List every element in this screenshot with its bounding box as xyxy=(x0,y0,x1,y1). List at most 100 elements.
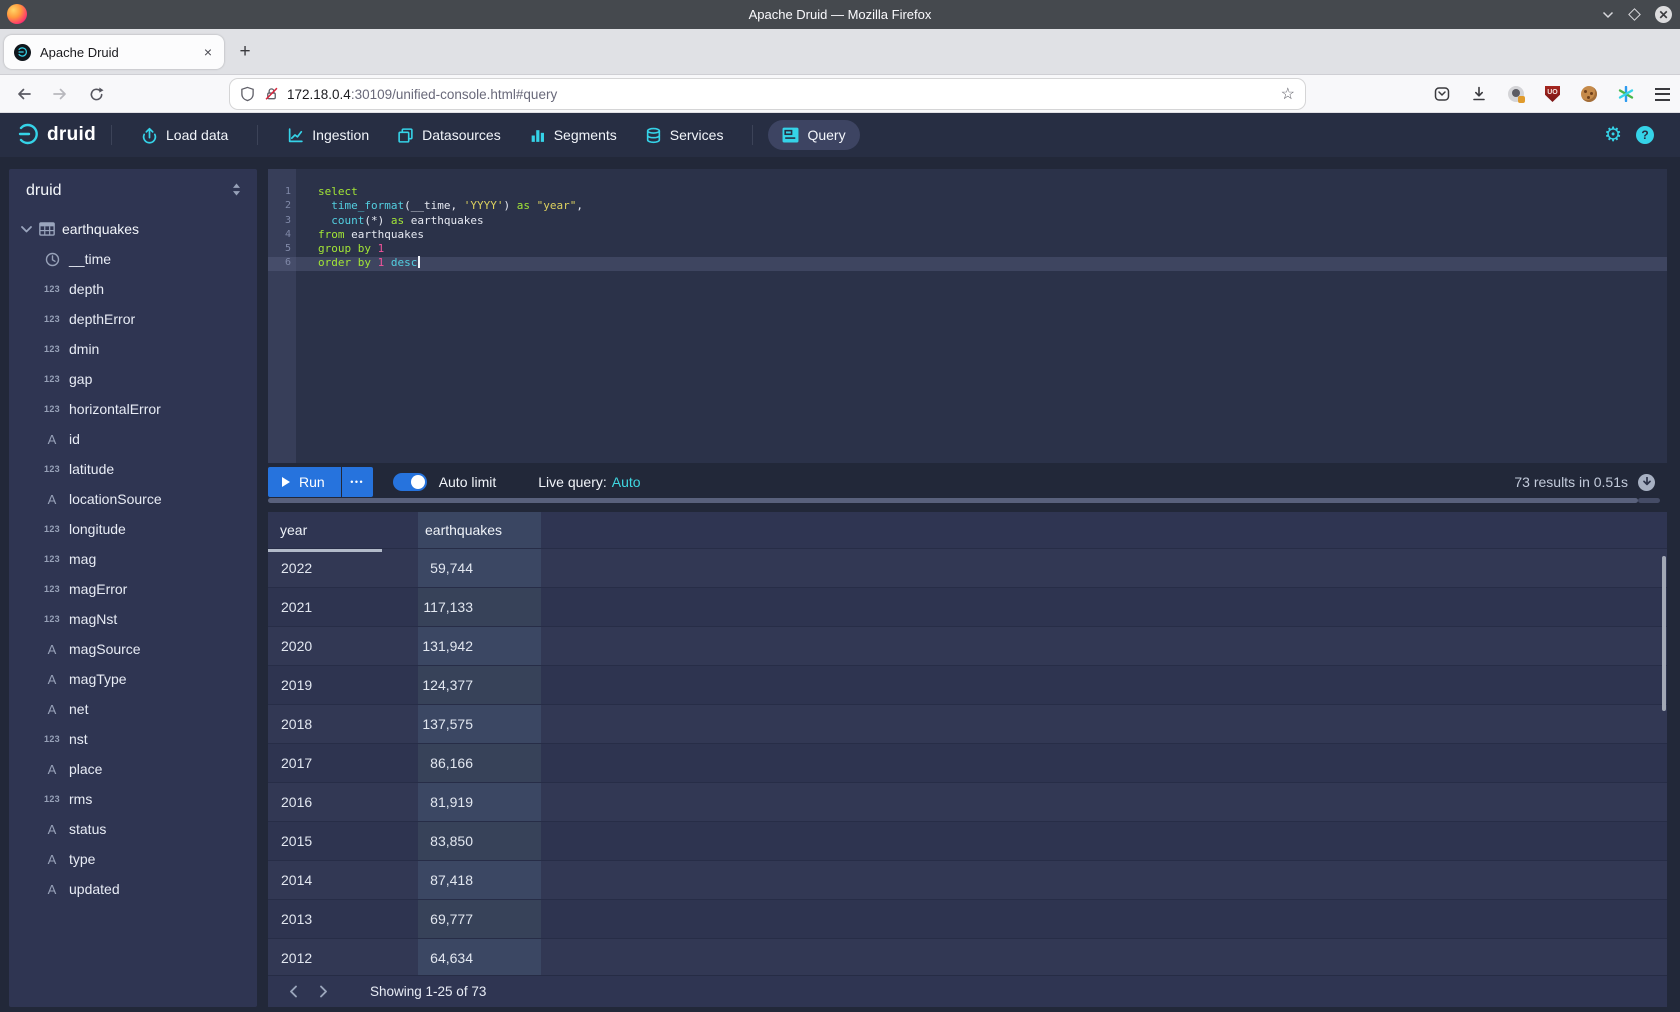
sql-editor[interactable]: 1 2 3 4 5 6 select time_format(__time, '… xyxy=(268,169,1667,463)
sidebar-column-nst[interactable]: 123 nst xyxy=(9,724,257,754)
ingestion-icon xyxy=(287,127,304,144)
sidebar-column-depth[interactable]: 123 depth xyxy=(9,274,257,304)
cell-year[interactable]: 2020 xyxy=(268,627,418,665)
cell-year[interactable]: 2019 xyxy=(268,666,418,704)
sidebar-column-magType[interactable]: A magType xyxy=(9,664,257,694)
sidebar-column-updated[interactable]: A updated xyxy=(9,874,257,904)
nav-ingestion[interactable]: Ingestion xyxy=(287,127,369,144)
bookmark-star-icon[interactable]: ☆ xyxy=(1281,84,1295,104)
run-more-button[interactable]: ••• xyxy=(342,467,373,497)
cell-year[interactable]: 2017 xyxy=(268,744,418,782)
column-name: type xyxy=(69,851,95,867)
download-results-icon[interactable] xyxy=(1638,474,1655,491)
cell-earthquakes[interactable]: 69,777 xyxy=(418,900,541,938)
nav-segments[interactable]: Segments xyxy=(529,127,617,144)
minimize-icon[interactable] xyxy=(1602,11,1614,19)
cell-earthquakes[interactable]: 117,133 xyxy=(418,588,541,626)
sidebar-column-gap[interactable]: 123 gap xyxy=(9,364,257,394)
cell-earthquakes[interactable]: 86,166 xyxy=(418,744,541,782)
cookie-extension-icon[interactable] xyxy=(1581,86,1597,102)
sidebar-column-locationSource[interactable]: A locationSource xyxy=(9,484,257,514)
sidebar-column-type[interactable]: A type xyxy=(9,844,257,874)
back-icon[interactable] xyxy=(12,82,36,106)
cell-year[interactable]: 2021 xyxy=(268,588,418,626)
url-text[interactable]: 172.18.0.4:30109/unified-console.html#qu… xyxy=(287,87,1281,102)
sidebar-column-magError[interactable]: 123 magError xyxy=(9,574,257,604)
column-name: latitude xyxy=(69,461,114,477)
reload-icon[interactable] xyxy=(84,82,108,106)
menu-icon[interactable] xyxy=(1655,88,1670,101)
horizontal-scrollbar[interactable] xyxy=(268,498,1660,503)
column-header-earthquakes[interactable]: earthquakes xyxy=(418,512,541,548)
cell-year[interactable]: 2012 xyxy=(268,939,418,977)
column-header-year[interactable]: year xyxy=(268,512,418,548)
nav-load-data-label: Load data xyxy=(166,127,228,143)
schema-name[interactable]: druid xyxy=(26,182,62,200)
sidebar-column-__time[interactable]: __time xyxy=(9,244,257,274)
shield-icon[interactable] xyxy=(240,86,255,102)
druid-brand[interactable]: druid xyxy=(16,123,96,147)
live-query-value[interactable]: Auto xyxy=(612,474,641,490)
sidebar-column-mag[interactable]: 123 mag xyxy=(9,544,257,574)
horizontal-scrollbar-thumb[interactable] xyxy=(268,498,1638,503)
cell-year[interactable]: 2022 xyxy=(268,549,418,587)
insecure-lock-icon[interactable] xyxy=(264,86,279,102)
double-caret-icon[interactable] xyxy=(230,182,243,197)
previous-page-icon[interactable] xyxy=(282,981,304,1003)
column-name: nst xyxy=(69,731,88,747)
cell-earthquakes[interactable]: 83,850 xyxy=(418,822,541,860)
cell-earthquakes[interactable]: 124,377 xyxy=(418,666,541,704)
nav-load-data[interactable]: Load data xyxy=(141,127,228,144)
close-window-button[interactable]: ✕ xyxy=(1655,6,1672,23)
cell-earthquakes[interactable]: 87,418 xyxy=(418,861,541,899)
sidebar-column-horizontalError[interactable]: 123 horizontalError xyxy=(9,394,257,424)
privacy-extension-icon[interactable] xyxy=(1508,86,1524,102)
sql-line-6: order by 1 desc xyxy=(318,256,1667,270)
chevron-down-icon[interactable] xyxy=(21,226,32,233)
cell-year[interactable]: 2013 xyxy=(268,900,418,938)
sidebar-column-magNst[interactable]: 123 magNst xyxy=(9,604,257,634)
cell-earthquakes[interactable]: 81,919 xyxy=(418,783,541,821)
cell-year[interactable]: 2014 xyxy=(268,861,418,899)
cell-earthquakes[interactable]: 59,744 xyxy=(418,549,541,587)
sidebar-column-net[interactable]: A net xyxy=(9,694,257,724)
maximize-icon[interactable] xyxy=(1628,8,1641,21)
cell-earthquakes[interactable]: 64,634 xyxy=(418,939,541,977)
sidebar-column-dmin[interactable]: 123 dmin xyxy=(9,334,257,364)
cell-earthquakes[interactable]: 131,942 xyxy=(418,627,541,665)
sidebar-table-earthquakes[interactable]: earthquakes xyxy=(9,214,257,244)
browser-tab[interactable]: Apache Druid × xyxy=(4,35,224,69)
run-button[interactable]: Run xyxy=(268,467,341,497)
sidebar-column-depthError[interactable]: 123 depthError xyxy=(9,304,257,334)
sidebar-column-longitude[interactable]: 123 longitude xyxy=(9,514,257,544)
sidebar-column-id[interactable]: A id xyxy=(9,424,257,454)
next-page-icon[interactable] xyxy=(312,981,334,1003)
sidebar-column-rms[interactable]: 123 rms xyxy=(9,784,257,814)
ublock-origin-icon[interactable]: UO xyxy=(1545,86,1560,102)
new-tab-button[interactable]: + xyxy=(232,39,258,65)
pocket-icon[interactable] xyxy=(1434,86,1450,102)
sql-code[interactable]: select time_format(__time, 'YYYY') as "y… xyxy=(296,185,1667,271)
cell-year[interactable]: 2016 xyxy=(268,783,418,821)
sidebar-column-status[interactable]: A status xyxy=(9,814,257,844)
column-name: magNst xyxy=(69,611,117,627)
auto-limit-toggle[interactable] xyxy=(393,473,427,491)
sidebar-column-latitude[interactable]: 123 latitude xyxy=(9,454,257,484)
vertical-scrollbar-thumb[interactable] xyxy=(1662,556,1666,711)
forward-icon[interactable] xyxy=(48,82,72,106)
cell-year[interactable]: 2015 xyxy=(268,822,418,860)
close-tab-icon[interactable]: × xyxy=(202,44,214,60)
help-icon[interactable]: ? xyxy=(1636,126,1654,144)
url-bar[interactable]: 172.18.0.4:30109/unified-console.html#qu… xyxy=(230,79,1305,109)
nav-datasources[interactable]: Datasources xyxy=(397,127,501,144)
settings-gear-icon[interactable]: ⚙ xyxy=(1604,125,1622,145)
colorful-asterisk-extension-icon[interactable] xyxy=(1618,86,1634,102)
nav-services[interactable]: Services xyxy=(645,127,724,144)
sidebar-column-magSource[interactable]: A magSource xyxy=(9,634,257,664)
cell-earthquakes[interactable]: 137,575 xyxy=(418,705,541,743)
nav-query[interactable]: Query xyxy=(768,120,859,150)
downloads-icon[interactable] xyxy=(1471,86,1487,102)
window-titlebar: Apache Druid — Mozilla Firefox ✕ xyxy=(0,0,1680,29)
sidebar-column-place[interactable]: A place xyxy=(9,754,257,784)
cell-year[interactable]: 2018 xyxy=(268,705,418,743)
